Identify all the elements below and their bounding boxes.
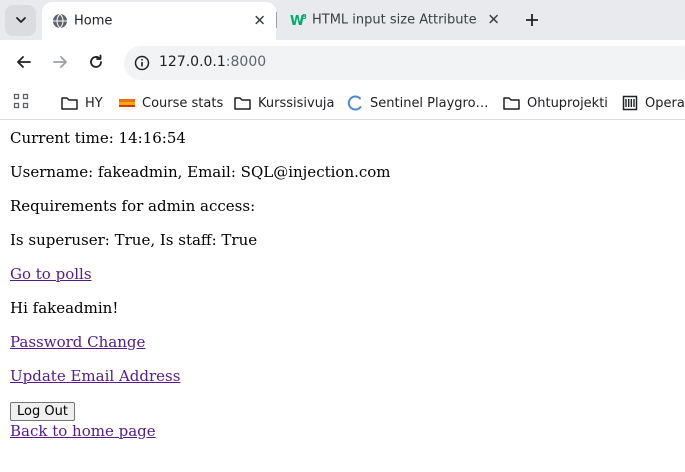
- password-change-link[interactable]: Password Change: [10, 333, 145, 351]
- bookmark-label: HY: [85, 95, 103, 111]
- bank-icon: [622, 95, 638, 111]
- svg-text:3: 3: [302, 13, 307, 21]
- bookmarks-bar: HY Course stats Kurssisivuja Sentinel Pl…: [0, 85, 685, 120]
- bookmark-label: Course stats: [142, 95, 224, 111]
- address-bar[interactable]: 127.0.0.1:8000: [124, 46, 685, 80]
- bookmark-label: Operat: [645, 95, 685, 111]
- bookmark-sentinel[interactable]: Sentinel Playgro…: [347, 92, 489, 114]
- bookmark-label: Ohtuprojekti: [527, 95, 608, 111]
- back-button[interactable]: [10, 50, 38, 78]
- bookmark-kurssisivuja[interactable]: Kurssisivuja: [234, 92, 335, 114]
- tab-separator: [276, 12, 277, 28]
- folder-icon: [503, 97, 520, 110]
- logout-button[interactable]: Log Out: [10, 402, 75, 421]
- tab-html-input-size[interactable]: W 3 HTML input size Attribute ✕: [280, 0, 510, 40]
- admin-flags-text: Is superuser: True, Is staff: True: [10, 231, 258, 249]
- tab-home[interactable]: Home ✕: [42, 2, 276, 40]
- back-to-home-link[interactable]: Back to home page: [10, 422, 156, 440]
- folder-icon: [234, 97, 251, 110]
- url-port: :8000: [225, 54, 267, 70]
- course-stats-icon: [119, 99, 135, 107]
- w3schools-icon: W 3: [290, 12, 308, 28]
- url-text: 127.0.0.1:8000: [159, 54, 266, 70]
- bookmark-operat[interactable]: Operat: [622, 92, 685, 114]
- tab-title: Home: [74, 13, 113, 29]
- browser-toolbar: 127.0.0.1:8000: [0, 40, 685, 85]
- apps-grid-icon: [13, 93, 36, 113]
- tab-title: HTML input size Attribute: [312, 12, 477, 28]
- bookmark-label: Kurssisivuja: [258, 95, 335, 111]
- tab-strip: Home ✕ W 3 HTML input size Attribute ✕: [0, 0, 685, 40]
- page-content: Current time: 14:16:54 Username: fakeadm…: [0, 121, 685, 472]
- forward-button[interactable]: [46, 50, 74, 78]
- requirements-heading: Requirements for admin access:: [10, 197, 256, 215]
- reload-icon: [88, 54, 104, 74]
- bookmark-ohtuprojekti[interactable]: Ohtuprojekti: [503, 92, 608, 114]
- update-email-link[interactable]: Update Email Address: [10, 367, 180, 385]
- close-tab-icon[interactable]: ✕: [253, 13, 266, 29]
- globe-icon: [52, 13, 68, 29]
- current-time-text: Current time: 14:16:54: [10, 129, 186, 147]
- new-tab-button[interactable]: [520, 8, 544, 32]
- arrow-left-icon: [16, 54, 32, 74]
- site-info-icon[interactable]: [134, 55, 150, 71]
- user-info-text: Username: fakeadmin, Email: SQL@injectio…: [10, 163, 391, 181]
- apps-button[interactable]: [13, 92, 36, 114]
- sentinel-icon: [347, 95, 362, 111]
- reload-button[interactable]: [82, 50, 110, 78]
- close-tab-icon[interactable]: ✕: [487, 12, 500, 28]
- tab-search-button[interactable]: [5, 5, 36, 36]
- arrow-right-icon: [52, 54, 68, 74]
- plus-icon: [525, 10, 539, 30]
- bookmark-label: Sentinel Playgro…: [370, 95, 489, 111]
- folder-icon: [61, 97, 78, 110]
- chevron-down-icon: [15, 11, 27, 30]
- bookmark-hy[interactable]: HY: [61, 92, 103, 114]
- go-to-polls-link[interactable]: Go to polls: [10, 265, 92, 283]
- url-host: 127.0.0.1: [159, 54, 226, 70]
- bookmark-course-stats[interactable]: Course stats: [119, 92, 223, 114]
- greeting-text: Hi fakeadmin!: [10, 299, 119, 317]
